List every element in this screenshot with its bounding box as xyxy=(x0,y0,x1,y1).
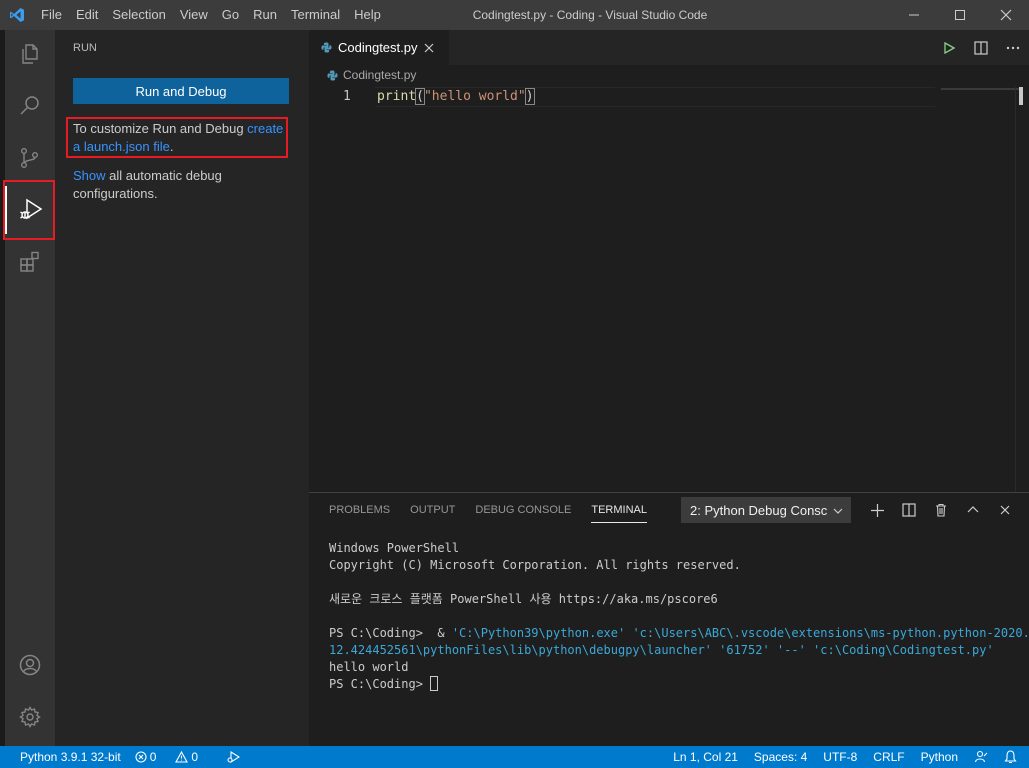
code-string: "hello world" xyxy=(423,89,526,104)
python-interpreter[interactable]: Python 3.9.1 32-bit xyxy=(20,750,121,764)
editor: Codingtest.py Codingtest.py 1 print("hel… xyxy=(309,30,1029,492)
notifications-bell-icon[interactable] xyxy=(1004,750,1017,764)
menu-view[interactable]: View xyxy=(173,0,215,30)
menu-edit[interactable]: Edit xyxy=(69,0,105,30)
language-mode[interactable]: Python xyxy=(921,750,958,764)
vscode-logo-icon xyxy=(0,0,34,30)
run-python-file-icon[interactable] xyxy=(933,41,965,54)
terminal-cursor xyxy=(430,676,439,691)
tab-label: Codingtest.py xyxy=(338,40,418,55)
terminal-command-args-cont: 12.424452561\pythonFiles\lib\python\debu… xyxy=(329,643,994,657)
minimap[interactable] xyxy=(941,88,1019,90)
warning-icon xyxy=(175,751,189,763)
editor-tabs: Codingtest.py xyxy=(309,30,1029,65)
tab-output[interactable]: OUTPUT xyxy=(410,503,455,523)
editor-scrollbar[interactable] xyxy=(1015,87,1029,492)
terminal-blank xyxy=(329,574,1019,591)
settings-gear-icon[interactable] xyxy=(5,693,55,741)
menu-help[interactable]: Help xyxy=(347,0,388,30)
activity-bar xyxy=(5,30,55,746)
code-function: print xyxy=(377,89,417,104)
status-bar: Python 3.9.1 32-bit 0 0 Ln 1, Col 21 Spa… xyxy=(0,746,1029,768)
terminal-prompt: PS C:\Coding> xyxy=(329,677,431,691)
show-configurations-text: Show all automatic debug configurations. xyxy=(73,167,283,203)
account-icon[interactable] xyxy=(5,641,55,689)
python-file-icon xyxy=(327,69,338,81)
source-control-icon[interactable] xyxy=(5,134,55,182)
terminal-blank xyxy=(329,608,1019,625)
error-count: 0 xyxy=(149,750,157,764)
trash-icon[interactable] xyxy=(925,503,957,517)
split-editor-icon[interactable] xyxy=(965,40,997,55)
tab-terminal[interactable]: TERMINAL xyxy=(591,503,647,523)
title-bar: File Edit Selection View Go Run Terminal… xyxy=(0,0,1029,30)
terminal-program-output: hello world xyxy=(329,660,409,674)
scrollbar-thumb[interactable] xyxy=(1019,87,1023,105)
problems-indicator[interactable]: 0 0 xyxy=(135,750,212,764)
code-close-paren: ) xyxy=(524,88,535,105)
breadcrumb-file[interactable]: Codingtest.py xyxy=(343,68,416,82)
panel: PROBLEMS OUTPUT DEBUG CONSOLE TERMINAL 2… xyxy=(309,492,1029,746)
code-area[interactable]: 1 print("hello world") xyxy=(309,87,1029,107)
sidebar-title: RUN xyxy=(73,42,97,54)
menu-terminal[interactable]: Terminal xyxy=(284,0,347,30)
breadcrumb[interactable]: Codingtest.py xyxy=(327,68,416,82)
tab-debug-console[interactable]: DEBUG CONSOLE xyxy=(475,503,571,523)
indentation[interactable]: Spaces: 4 xyxy=(754,750,807,764)
split-terminal-icon[interactable] xyxy=(893,503,925,517)
menu-file[interactable]: File xyxy=(34,0,69,30)
terminal-prompt-line: PS C:\Coding> xyxy=(329,676,1019,693)
code-open-paren: ( xyxy=(415,88,425,105)
maximize-button[interactable] xyxy=(937,0,983,30)
minimize-button[interactable] xyxy=(891,0,937,30)
more-actions-icon[interactable] xyxy=(997,46,1029,50)
end-of-line[interactable]: CRLF xyxy=(873,750,904,764)
feedback-icon[interactable] xyxy=(974,750,988,764)
terminal-command-args: 'C:\Python39\python.exe' 'c:\Users\ABC\.… xyxy=(451,626,1029,640)
line-number: 1 xyxy=(343,89,351,104)
menu-run[interactable]: Run xyxy=(246,0,284,30)
error-icon xyxy=(135,751,147,763)
highlight-box-run-icon xyxy=(3,180,55,240)
code-line[interactable]: print("hello world") xyxy=(377,87,535,107)
menu-selection[interactable]: Selection xyxy=(105,0,172,30)
warning-count: 0 xyxy=(191,750,199,764)
terminal-select[interactable]: 2: Python Debug Consc xyxy=(681,497,851,523)
tab-codingtest[interactable]: Codingtest.py xyxy=(309,30,449,65)
terminal-line: 새로운 크로스 플랫폼 PowerShell 사용 https://aka.ms… xyxy=(329,592,718,606)
extensions-icon[interactable] xyxy=(5,238,55,286)
search-icon[interactable] xyxy=(5,82,55,130)
chevron-down-icon xyxy=(833,504,843,519)
terminal-command: PS C:\Coding> & 'C:\Python39\python.exe'… xyxy=(329,625,1029,642)
close-tab-icon[interactable] xyxy=(424,40,434,56)
terminal-line: Windows PowerShell xyxy=(329,541,460,555)
terminal-prompt: PS C:\Coding> & xyxy=(329,626,452,640)
run-and-debug-button[interactable]: Run and Debug xyxy=(73,78,289,104)
window-title: Codingtest.py - Coding - Visual Studio C… xyxy=(472,8,708,22)
close-panel-icon[interactable] xyxy=(989,505,1021,515)
terminal-output[interactable]: Windows PowerShell Copyright (C) Microsof… xyxy=(329,540,1029,693)
menu-bar: File Edit Selection View Go Run Terminal… xyxy=(34,0,388,30)
terminal-line: Copyright (C) Microsoft Corporation. All… xyxy=(329,558,741,572)
terminal-select-value: 2: Python Debug Consc xyxy=(690,502,828,518)
close-window-button[interactable] xyxy=(983,0,1029,30)
debug-status-icon[interactable] xyxy=(226,750,241,764)
highlight-box-launch-link xyxy=(66,117,288,158)
show-link[interactable]: Show xyxy=(73,168,106,183)
python-file-icon xyxy=(321,42,332,53)
tab-problems[interactable]: PROBLEMS xyxy=(329,503,390,523)
encoding[interactable]: UTF-8 xyxy=(823,750,857,764)
new-terminal-icon[interactable] xyxy=(861,503,893,517)
maximize-panel-icon[interactable] xyxy=(957,505,989,515)
explorer-icon[interactable] xyxy=(5,30,55,78)
menu-go[interactable]: Go xyxy=(215,0,246,30)
cursor-position[interactable]: Ln 1, Col 21 xyxy=(673,750,738,764)
